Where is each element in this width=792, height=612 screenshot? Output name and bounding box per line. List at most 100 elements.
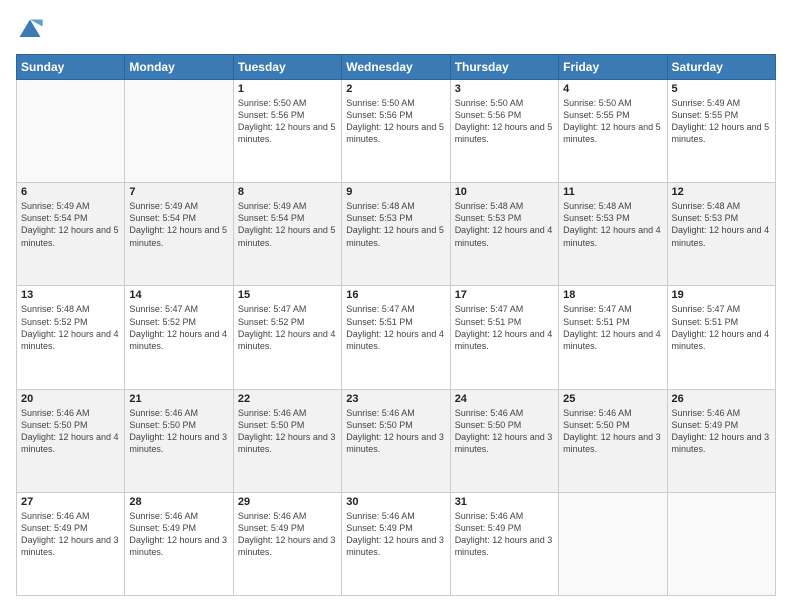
calendar-cell: 24Sunrise: 5:46 AMSunset: 5:50 PMDayligh… (450, 389, 558, 492)
calendar-cell: 9Sunrise: 5:48 AMSunset: 5:53 PMDaylight… (342, 183, 450, 286)
day-info: Sunrise: 5:46 AMSunset: 5:50 PMDaylight:… (238, 407, 337, 456)
day-number: 30 (346, 496, 445, 508)
logo-icon (16, 16, 44, 44)
day-info: Sunrise: 5:49 AMSunset: 5:54 PMDaylight:… (238, 200, 337, 249)
day-number: 4 (563, 83, 662, 95)
day-number: 2 (346, 83, 445, 95)
day-info: Sunrise: 5:48 AMSunset: 5:53 PMDaylight:… (455, 200, 554, 249)
day-number: 8 (238, 186, 337, 198)
day-info: Sunrise: 5:47 AMSunset: 5:52 PMDaylight:… (238, 303, 337, 352)
day-info: Sunrise: 5:46 AMSunset: 5:49 PMDaylight:… (129, 510, 228, 559)
day-info: Sunrise: 5:50 AMSunset: 5:56 PMDaylight:… (346, 97, 445, 146)
day-number: 25 (563, 393, 662, 405)
calendar-cell: 1 Sunrise: 5:50 AMSunset: 5:56 PMDaylight… (233, 80, 341, 183)
day-info: Sunrise: 5:48 AMSunset: 5:52 PMDaylight:… (21, 303, 120, 352)
weekday-header-thursday: Thursday (450, 55, 558, 80)
calendar-week-row: 27 Sunrise: 5:46 AMSunset: 5:49 PMDayligh… (17, 492, 776, 595)
day-number: 21 (129, 393, 228, 405)
calendar-cell: 26Sunrise: 5:46 AMSunset: 5:49 PMDayligh… (667, 389, 775, 492)
day-number: 14 (129, 289, 228, 301)
calendar-cell: 14 Sunrise: 5:47 AMSunset: 5:52 PMDayligh… (125, 286, 233, 389)
day-info: Sunrise: 5:50 AMSunset: 5:55 PMDaylight:… (563, 97, 662, 146)
calendar-week-row: 6 Sunrise: 5:49 AMSunset: 5:54 PMDaylight… (17, 183, 776, 286)
calendar-cell: 16 Sunrise: 5:47 AMSunset: 5:51 PMDayligh… (342, 286, 450, 389)
day-number: 6 (21, 186, 120, 198)
calendar-cell: 31 Sunrise: 5:46 AMSunset: 5:49 PMDayligh… (450, 492, 558, 595)
day-info: Sunrise: 5:48 AMSunset: 5:53 PMDaylight:… (672, 200, 771, 249)
calendar-cell: 21 Sunrise: 5:46 AMSunset: 5:50 PMDayligh… (125, 389, 233, 492)
calendar-table: SundayMondayTuesdayWednesdayThursdayFrid… (16, 54, 776, 596)
calendar-week-row: 13Sunrise: 5:48 AMSunset: 5:52 PMDayligh… (17, 286, 776, 389)
day-number: 17 (455, 289, 554, 301)
calendar-cell: 25 Sunrise: 5:46 AMSunset: 5:50 PMDayligh… (559, 389, 667, 492)
calendar-cell: 18 Sunrise: 5:47 AMSunset: 5:51 PMDayligh… (559, 286, 667, 389)
calendar-cell (559, 492, 667, 595)
calendar-cell (125, 80, 233, 183)
calendar-cell: 7 Sunrise: 5:49 AMSunset: 5:54 PMDaylight… (125, 183, 233, 286)
calendar-cell: 30 Sunrise: 5:46 AMSunset: 5:49 PMDayligh… (342, 492, 450, 595)
day-number: 16 (346, 289, 445, 301)
calendar-cell: 8 Sunrise: 5:49 AMSunset: 5:54 PMDaylight… (233, 183, 341, 286)
day-info: Sunrise: 5:48 AMSunset: 5:53 PMDaylight:… (346, 200, 445, 249)
day-info: Sunrise: 5:47 AMSunset: 5:52 PMDaylight:… (129, 303, 228, 352)
calendar-cell: 23 Sunrise: 5:46 AMSunset: 5:50 PMDayligh… (342, 389, 450, 492)
day-number: 27 (21, 496, 120, 508)
day-info: Sunrise: 5:47 AMSunset: 5:51 PMDaylight:… (563, 303, 662, 352)
logo (16, 16, 48, 44)
day-number: 24 (455, 393, 554, 405)
calendar-cell: 27Sunrise: 5:46 AMSunset: 5:49 PMDayligh… (17, 492, 125, 595)
day-number: 29 (238, 496, 337, 508)
day-number: 18 (563, 289, 662, 301)
day-number: 23 (346, 393, 445, 405)
calendar-cell: 10 Sunrise: 5:48 AMSunset: 5:53 PMDayligh… (450, 183, 558, 286)
calendar-cell: 5 Sunrise: 5:49 AMSunset: 5:55 PMDaylight… (667, 80, 775, 183)
calendar-cell: 15 Sunrise: 5:47 AMSunset: 5:52 PMDayligh… (233, 286, 341, 389)
day-number: 10 (455, 186, 554, 198)
day-number: 31 (455, 496, 554, 508)
weekday-header-friday: Friday (559, 55, 667, 80)
calendar-cell: 19Sunrise: 5:47 AMSunset: 5:51 PMDayligh… (667, 286, 775, 389)
calendar-week-row: 1 Sunrise: 5:50 AMSunset: 5:56 PMDaylight… (17, 80, 776, 183)
calendar-week-row: 20 Sunrise: 5:46 AMSunset: 5:50 PMDayligh… (17, 389, 776, 492)
weekday-header-monday: Monday (125, 55, 233, 80)
day-number: 20 (21, 393, 120, 405)
day-number: 7 (129, 186, 228, 198)
day-number: 11 (563, 186, 662, 198)
day-info: Sunrise: 5:50 AMSunset: 5:56 PMDaylight:… (238, 97, 337, 146)
day-number: 12 (672, 186, 771, 198)
weekday-header-tuesday: Tuesday (233, 55, 341, 80)
day-number: 28 (129, 496, 228, 508)
calendar-cell: 17 Sunrise: 5:47 AMSunset: 5:51 PMDayligh… (450, 286, 558, 389)
day-info: Sunrise: 5:50 AMSunset: 5:56 PMDaylight:… (455, 97, 554, 146)
header (16, 16, 776, 44)
day-number: 1 (238, 83, 337, 95)
day-number: 3 (455, 83, 554, 95)
day-info: Sunrise: 5:46 AMSunset: 5:50 PMDaylight:… (129, 407, 228, 456)
day-info: Sunrise: 5:47 AMSunset: 5:51 PMDaylight:… (672, 303, 771, 352)
day-info: Sunrise: 5:46 AMSunset: 5:49 PMDaylight:… (672, 407, 771, 456)
day-info: Sunrise: 5:46 AMSunset: 5:49 PMDaylight:… (238, 510, 337, 559)
calendar-cell (17, 80, 125, 183)
calendar-cell: 11Sunrise: 5:48 AMSunset: 5:53 PMDayligh… (559, 183, 667, 286)
day-info: Sunrise: 5:47 AMSunset: 5:51 PMDaylight:… (346, 303, 445, 352)
calendar-cell: 22Sunrise: 5:46 AMSunset: 5:50 PMDayligh… (233, 389, 341, 492)
weekday-header-wednesday: Wednesday (342, 55, 450, 80)
day-info: Sunrise: 5:46 AMSunset: 5:50 PMDaylight:… (21, 407, 120, 456)
weekday-header-row: SundayMondayTuesdayWednesdayThursdayFrid… (17, 55, 776, 80)
calendar-cell (667, 492, 775, 595)
calendar-cell: 13Sunrise: 5:48 AMSunset: 5:52 PMDayligh… (17, 286, 125, 389)
day-info: Sunrise: 5:46 AMSunset: 5:50 PMDaylight:… (346, 407, 445, 456)
calendar-cell: 20 Sunrise: 5:46 AMSunset: 5:50 PMDayligh… (17, 389, 125, 492)
calendar-cell: 28 Sunrise: 5:46 AMSunset: 5:49 PMDayligh… (125, 492, 233, 595)
day-number: 5 (672, 83, 771, 95)
day-info: Sunrise: 5:49 AMSunset: 5:55 PMDaylight:… (672, 97, 771, 146)
day-info: Sunrise: 5:46 AMSunset: 5:49 PMDaylight:… (455, 510, 554, 559)
calendar-cell: 2 Sunrise: 5:50 AMSunset: 5:56 PMDaylight… (342, 80, 450, 183)
day-info: Sunrise: 5:49 AMSunset: 5:54 PMDaylight:… (129, 200, 228, 249)
day-info: Sunrise: 5:46 AMSunset: 5:49 PMDaylight:… (346, 510, 445, 559)
day-info: Sunrise: 5:47 AMSunset: 5:51 PMDaylight:… (455, 303, 554, 352)
day-info: Sunrise: 5:46 AMSunset: 5:50 PMDaylight:… (563, 407, 662, 456)
day-info: Sunrise: 5:49 AMSunset: 5:54 PMDaylight:… (21, 200, 120, 249)
calendar-cell: 12 Sunrise: 5:48 AMSunset: 5:53 PMDayligh… (667, 183, 775, 286)
day-number: 15 (238, 289, 337, 301)
